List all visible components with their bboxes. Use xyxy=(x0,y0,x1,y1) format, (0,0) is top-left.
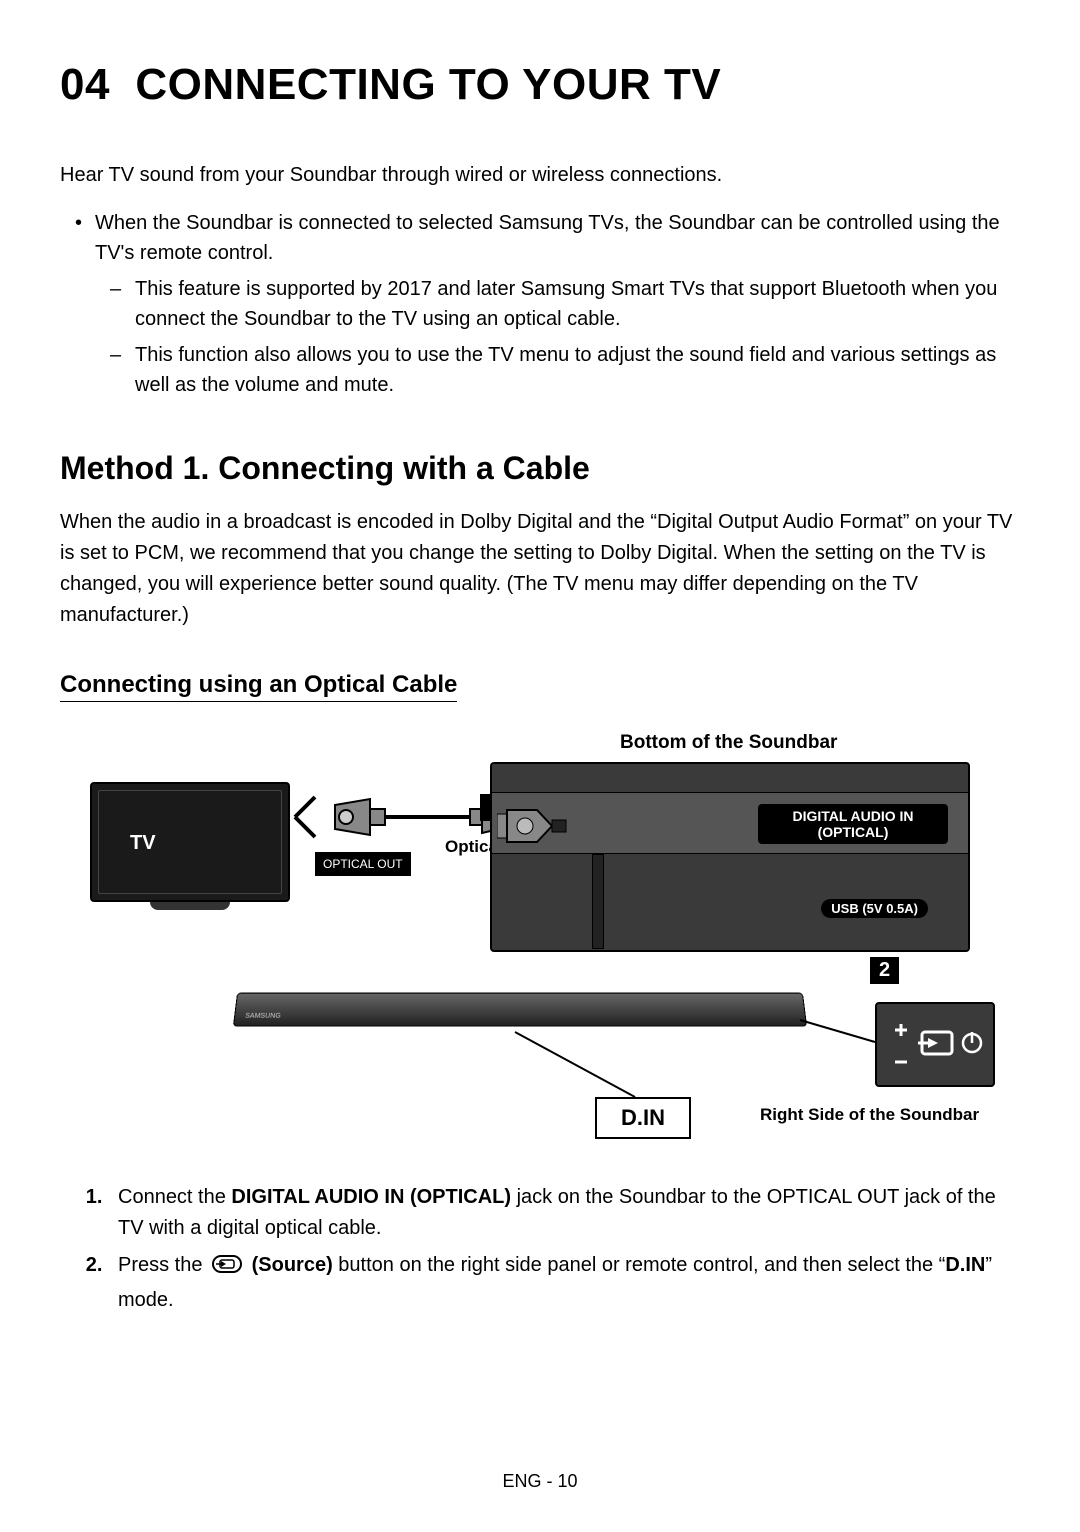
digital-audio-in-label: DIGITAL AUDIO IN (OPTICAL) xyxy=(758,804,948,844)
step-1: Connect the DIGITAL AUDIO IN (OPTICAL) j… xyxy=(108,1182,1020,1244)
step-2: Press the (Source) button on the right s… xyxy=(108,1250,1020,1316)
right-side-label: Right Side of the Soundbar xyxy=(760,1105,979,1125)
steps-list: Connect the DIGITAL AUDIO IN (OPTICAL) j… xyxy=(60,1182,1020,1316)
bullet-1-text: When the Soundbar is connected to select… xyxy=(95,212,1000,264)
optical-diagram: Bottom of the Soundbar TV 1 OPTICAL OUT … xyxy=(60,732,1020,1142)
step-1-bold: DIGITAL AUDIO IN (OPTICAL) xyxy=(231,1186,511,1208)
page-number: ENG - 10 xyxy=(502,1471,577,1492)
optical-port-icon xyxy=(497,806,567,846)
step-2-source-bold: (Source) xyxy=(246,1254,333,1276)
source-icon xyxy=(210,1253,244,1285)
tv-label: TV xyxy=(130,832,156,855)
sub-bullet-2: This function also allows you to use the… xyxy=(135,340,1020,400)
side-buttons-icon xyxy=(880,1010,990,1080)
usb-label: USB (5V 0.5A) xyxy=(821,899,928,918)
method-1-body: When the audio in a broadcast is encoded… xyxy=(60,507,1020,631)
optical-out-label: OPTICAL OUT xyxy=(315,852,411,876)
chapter-title: 04 CONNECTING TO YOUR TV xyxy=(60,60,1020,110)
intro-text: Hear TV sound from your Soundbar through… xyxy=(60,160,1020,190)
sub-bullet-1: This feature is supported by 2017 and la… xyxy=(135,274,1020,334)
din-box: D.IN xyxy=(595,1097,691,1139)
method-1-title: Method 1. Connecting with a Cable xyxy=(60,450,1020,487)
soundbar-side-panel xyxy=(875,1002,995,1087)
tv-illustration: TV xyxy=(90,782,290,902)
bottom-soundbar-label: Bottom of the Soundbar xyxy=(620,732,837,754)
soundbar-front: SAMSUNG xyxy=(233,993,807,1027)
optical-cable-title: Connecting using an Optical Cable xyxy=(60,671,457,702)
step-2-din-bold: D.IN xyxy=(945,1254,985,1276)
bullet-1: When the Soundbar is connected to select… xyxy=(95,208,1020,400)
chapter-number: 04 xyxy=(60,60,110,109)
chapter-name: CONNECTING TO YOUR TV xyxy=(135,60,721,109)
soundbar-bottom-panel: DIGITAL AUDIO IN (OPTICAL) USB (5V 0.5A) xyxy=(490,762,970,952)
callout-2: 2 xyxy=(870,957,899,984)
